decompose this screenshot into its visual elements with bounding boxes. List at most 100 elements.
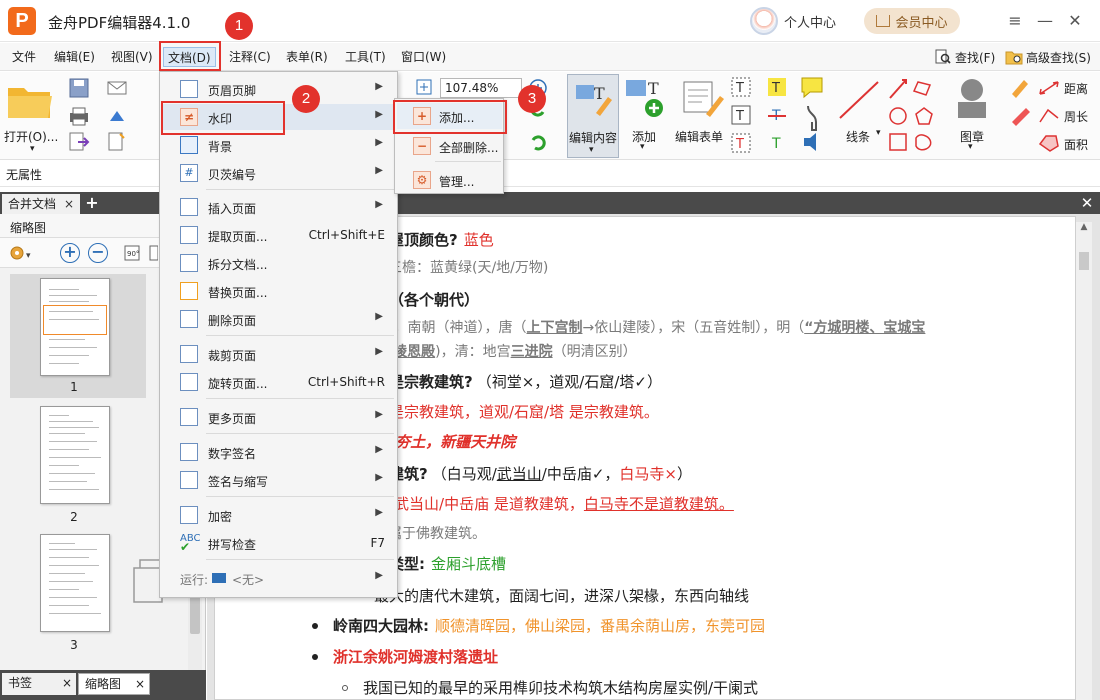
measure-pencil-icons[interactable] [1008,76,1034,154]
close-button[interactable]: ✕ [1064,10,1086,32]
perimeter-icon[interactable] [1038,108,1060,124]
add-watermark-item[interactable]: + 添加... [397,103,502,129]
redo-green-icon[interactable] [528,134,548,154]
open-label[interactable]: 打开(O)... [4,128,58,145]
print-icon[interactable] [68,106,90,126]
menu-icon[interactable]: ≡ [1004,10,1026,32]
menu-encrypt[interactable]: 加密 ▶ [162,502,395,528]
edit-form-label[interactable]: 编辑表单 [675,128,723,145]
thumbnails-tab[interactable]: 缩略图 × [78,673,150,695]
document-scrollbar[interactable]: ▲ [1076,222,1092,700]
menu-edit[interactable]: 编辑(E) [50,47,99,67]
menu-file[interactable]: 文件 [8,47,40,67]
zoom-in-thumbnail-button[interactable]: + [60,243,80,263]
menu-digital-signature[interactable]: 数字签名 ▶ [162,439,395,465]
close-tab-icon[interactable]: × [62,673,72,693]
user-avatar [750,7,778,35]
new-doc-icon[interactable] [106,132,128,152]
add-tab-button[interactable]: + [84,195,100,211]
svg-text:T: T [735,137,744,152]
delete-all-watermarks-item[interactable]: − 全部删除... [397,133,502,159]
line-tool-icon[interactable] [836,78,882,122]
svg-text:T: T [735,109,744,124]
delete-page-icon [180,310,198,328]
area-label[interactable]: 面积 [1064,136,1088,153]
note-icons[interactable] [800,76,824,154]
user-center-label: 个人中心 [784,15,837,31]
manage-watermarks-item[interactable]: ⚙ 管理... [397,167,502,193]
menu-more-pages[interactable]: 更多页面 ▶ [162,404,395,430]
open-folder-icon[interactable] [6,80,54,120]
text-markup-icons[interactable]: TTT [766,76,788,154]
menu-form[interactable]: 表单(R) [282,47,332,67]
stamp-icon[interactable] [950,76,994,122]
menu-background[interactable]: 背景 ▶ [162,132,395,158]
menu-rotate-page[interactable]: 旋转页面... Ctrl+Shift+R [162,369,395,395]
menu-tools[interactable]: 工具(T) [341,47,390,67]
menu-watermark[interactable]: ≠ 水印 ▶ [162,104,395,130]
chevron-down-icon[interactable]: ▾ [30,144,35,154]
insert-page-icon [180,198,198,216]
zoom-input[interactable]: 107.48% [440,78,522,98]
area-icon[interactable] [1038,134,1060,152]
page-thumbnail[interactable] [40,278,110,376]
close-document-icon[interactable]: ✕ [1078,194,1096,212]
user-center-button[interactable]: 个人中心 [750,6,836,36]
maximize-button[interactable] [1036,10,1058,32]
thumbnail-panel-title: 缩略图 [10,221,47,235]
edit-content-button[interactable]: T 编辑内容 ▾ [567,74,619,158]
menu-insert-page[interactable]: 插入页面 ▶ [162,194,395,220]
cloud-icon[interactable] [106,106,128,126]
text-field-icons[interactable]: TTT [730,76,752,154]
menu-window[interactable]: 窗口(W) [397,47,450,67]
distance-label[interactable]: 距离 [1064,80,1088,97]
scroll-up-icon[interactable]: ▲ [1076,222,1092,236]
find-button[interactable]: 查找(F) [934,46,995,68]
document-tab[interactable]: 合并文档 × [2,194,80,214]
settings-gear-icon[interactable]: ▾ [8,244,34,262]
page-thumbnail[interactable] [40,406,110,504]
perimeter-label[interactable]: 周长 [1064,108,1088,125]
fit-page-icon[interactable] [415,78,433,96]
step-badge: 2 [292,85,320,113]
advanced-find-button[interactable]: 高级查找(S) [1005,46,1091,68]
save-icon[interactable] [68,78,90,98]
bullet-icon [312,623,318,629]
edit-form-icon[interactable] [680,76,724,120]
close-tab-icon[interactable]: × [135,674,145,694]
vip-center-button[interactable]: 会员中心 [864,8,960,34]
distance-icon[interactable] [1038,80,1060,96]
bookmarks-tab[interactable]: 书签 × [2,673,76,695]
email-icon[interactable] [106,78,128,98]
menu-comment[interactable]: 注释(C) [225,47,275,67]
menu-split-document[interactable]: 拆分文档... [162,250,395,276]
menu-sign-initials[interactable]: 签名与缩写 ▶ [162,467,395,493]
page-thumbnail[interactable] [40,534,110,632]
line-label[interactable]: 线条 [846,128,870,145]
menu-header-footer[interactable]: 页眉页脚 ▶ [162,76,395,102]
rotate-90-icon[interactable]: 90° [122,243,144,263]
menu-replace-page[interactable]: 替换页面... [162,278,395,304]
export-icon[interactable] [68,132,90,152]
rotate-icon[interactable] [148,243,158,263]
menu-run[interactable]: 运行: <无> ▶ [162,565,395,591]
menu-crop-page[interactable]: 裁剪页面 ▶ [162,341,395,367]
menu-document[interactable]: 文档(D) [163,47,216,67]
rotate-page-icon [180,373,198,391]
doc-line: 殳三檐：蓝黄绿(天/地/万物) [374,260,549,276]
shape-tools-icons[interactable] [886,76,944,154]
menu-spell-check[interactable]: ABC ✔ 拼写检查 F7 [162,530,395,556]
chevron-down-icon[interactable]: ▾ [876,128,881,138]
close-tab-icon[interactable]: × [64,194,74,214]
menu-bates-number[interactable]: # 贝茨编号 ▶ [162,160,395,186]
watermark-submenu: + 添加... − 全部删除... ⚙ 管理... [394,98,504,194]
menu-view[interactable]: 视图(V) [107,47,157,67]
add-image-text-icon[interactable]: T [624,76,668,120]
zoom-out-thumbnail-button[interactable]: − [88,243,108,263]
chevron-down-icon[interactable]: ▾ [640,142,645,152]
page-number: 3 [70,638,78,652]
advanced-find-label: 高级查找(S) [1026,50,1091,65]
chevron-down-icon[interactable]: ▾ [968,142,973,152]
menu-extract-page[interactable]: 提取页面... Ctrl+Shift+E [162,222,395,248]
menu-delete-page[interactable]: 删除页面 ▶ [162,306,395,332]
